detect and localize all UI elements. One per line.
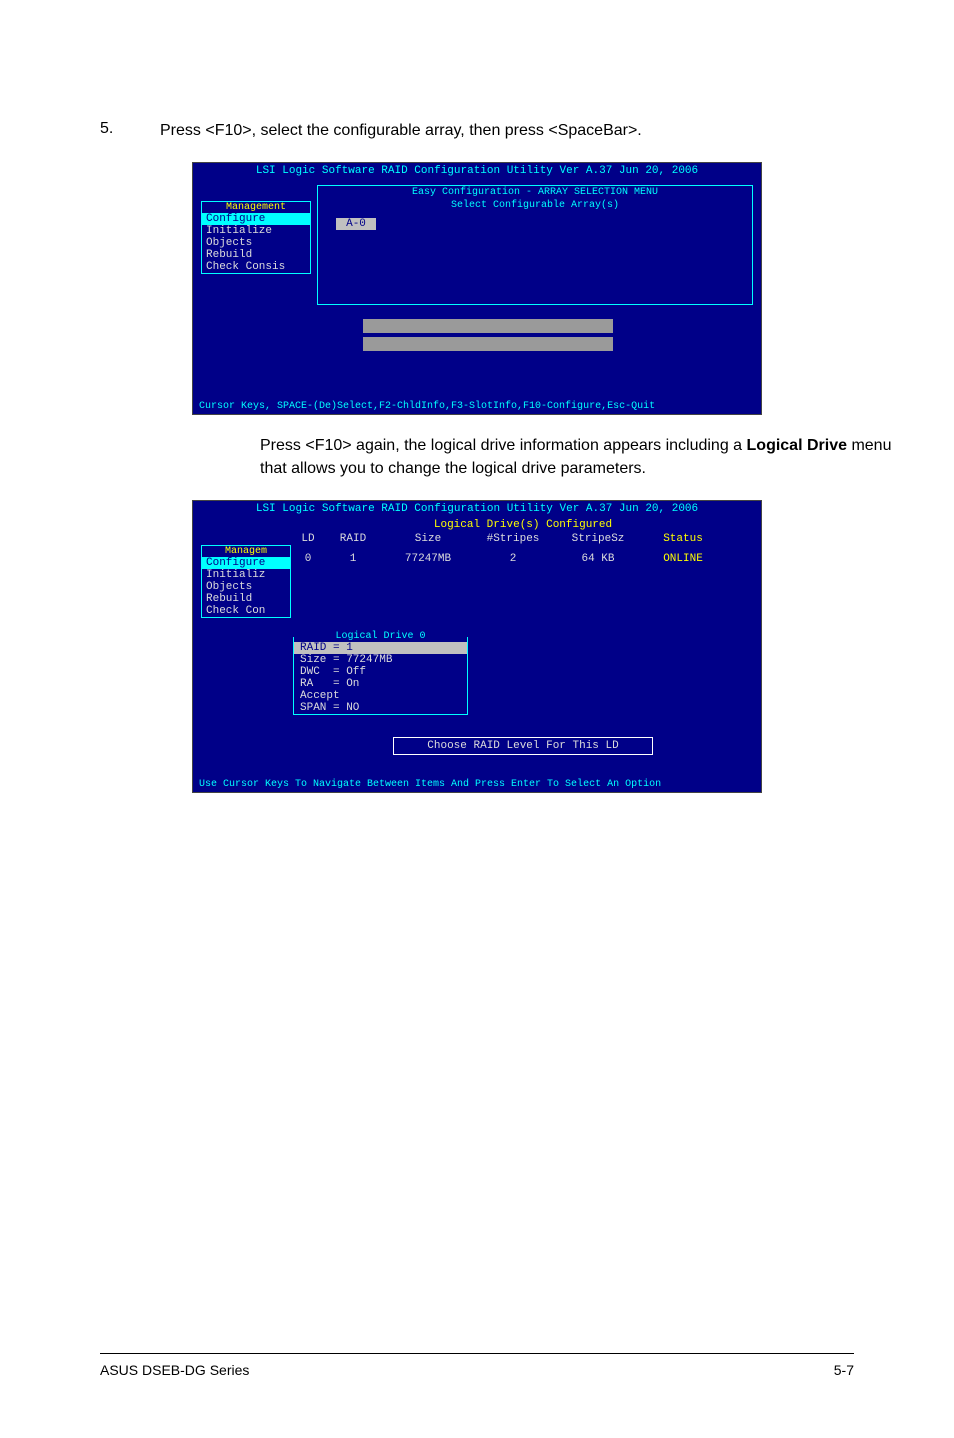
screenshot-footer: Cursor Keys, SPACE-(De)Select,F2-ChldInf… — [193, 399, 761, 414]
ld-param-size[interactable]: Size = 77247MB — [294, 654, 467, 666]
body-text-part1: Press <F10> again, the logical drive inf… — [260, 437, 747, 454]
ld-param-accept[interactable]: Accept — [294, 690, 467, 702]
array-selection-subtitle: Select Configurable Array(s) — [318, 199, 752, 212]
menu-item-objects[interactable]: Objects — [202, 237, 310, 249]
screenshot-footer: Use Cursor Keys To Navigate Between Item… — [193, 777, 761, 792]
menu-item-rebuild[interactable]: Rebuild — [202, 249, 310, 261]
logical-drive-menu: Logical Drive 0 RAID = 1 Size = 77247MB … — [293, 637, 468, 715]
menu-item-configure[interactable]: Configure — [202, 557, 290, 569]
cell-size: 77247MB — [383, 553, 473, 565]
ld-param-span[interactable]: SPAN = NO — [294, 702, 467, 714]
menu-title: Management — [202, 202, 310, 213]
gray-bar — [363, 319, 613, 333]
menu-title: Managem — [202, 546, 290, 557]
screenshot-logical-drive: LSI Logic Software RAID Configuration Ut… — [192, 500, 762, 793]
col-header-size: Size — [383, 533, 473, 545]
menu-item-check-con[interactable]: Check Con — [202, 605, 290, 617]
screenshot-array-selection: LSI Logic Software RAID Configuration Ut… — [192, 162, 762, 415]
col-header-stripes: #Stripes — [473, 533, 553, 545]
ld-param-ra[interactable]: RA = On — [294, 678, 467, 690]
col-header-stripesz: StripeSz — [553, 533, 643, 545]
management-menu: Managem Configure Initializ Objects Rebu… — [201, 545, 291, 618]
step-number: 5. — [100, 120, 160, 142]
management-menu: Management Configure Initialize Objects … — [201, 201, 311, 274]
cell-status: ONLINE — [643, 553, 723, 565]
menu-item-initialize[interactable]: Initialize — [202, 225, 310, 237]
ld-table-title: Logical Drive(s) Configured — [293, 519, 753, 531]
ld-table-data-row: 0 1 77247MB 2 64 KB ONLINE — [293, 553, 753, 565]
ld-param-dwc[interactable]: DWC = Off — [294, 666, 467, 678]
col-header-raid: RAID — [323, 533, 383, 545]
footer-left: ASUS DSEB-DG Series — [100, 1362, 249, 1378]
array-cell-a0[interactable]: A-0 — [336, 218, 376, 230]
ld-param-raid[interactable]: RAID = 1 — [294, 642, 467, 654]
col-header-ld: LD — [293, 533, 323, 545]
footer-right: 5-7 — [834, 1362, 854, 1378]
ld-menu-title: Logical Drive 0 — [294, 631, 467, 642]
ld-table-header-row: LD RAID Size #Stripes StripeSz Status — [293, 533, 753, 545]
raid-util-titlebar: LSI Logic Software RAID Configuration Ut… — [193, 501, 761, 517]
body-paragraph: Press <F10> again, the logical drive inf… — [260, 435, 900, 480]
menu-item-objects[interactable]: Objects — [202, 581, 290, 593]
cell-stripesz: 64 KB — [553, 553, 643, 565]
array-selection-title: Easy Configuration - ARRAY SELECTION MEN… — [318, 186, 752, 199]
menu-item-check-consis[interactable]: Check Consis — [202, 261, 310, 273]
prompt-message: Choose RAID Level For This LD — [393, 737, 653, 755]
menu-item-initialize[interactable]: Initializ — [202, 569, 290, 581]
array-selection-box: Easy Configuration - ARRAY SELECTION MEN… — [317, 185, 753, 305]
page-footer: ASUS DSEB-DG Series 5-7 — [100, 1353, 854, 1378]
cell-ld: 0 — [293, 553, 323, 565]
menu-item-rebuild[interactable]: Rebuild — [202, 593, 290, 605]
raid-util-titlebar: LSI Logic Software RAID Configuration Ut… — [193, 163, 761, 179]
step-instruction: Press <F10>, select the configurable arr… — [160, 120, 854, 142]
body-text-bold: Logical Drive — [747, 437, 847, 454]
gray-bars — [363, 319, 613, 355]
cell-stripes: 2 — [473, 553, 553, 565]
col-header-status: Status — [643, 533, 723, 545]
menu-item-configure[interactable]: Configure — [202, 213, 310, 225]
gray-bar — [363, 337, 613, 351]
cell-raid: 1 — [323, 553, 383, 565]
